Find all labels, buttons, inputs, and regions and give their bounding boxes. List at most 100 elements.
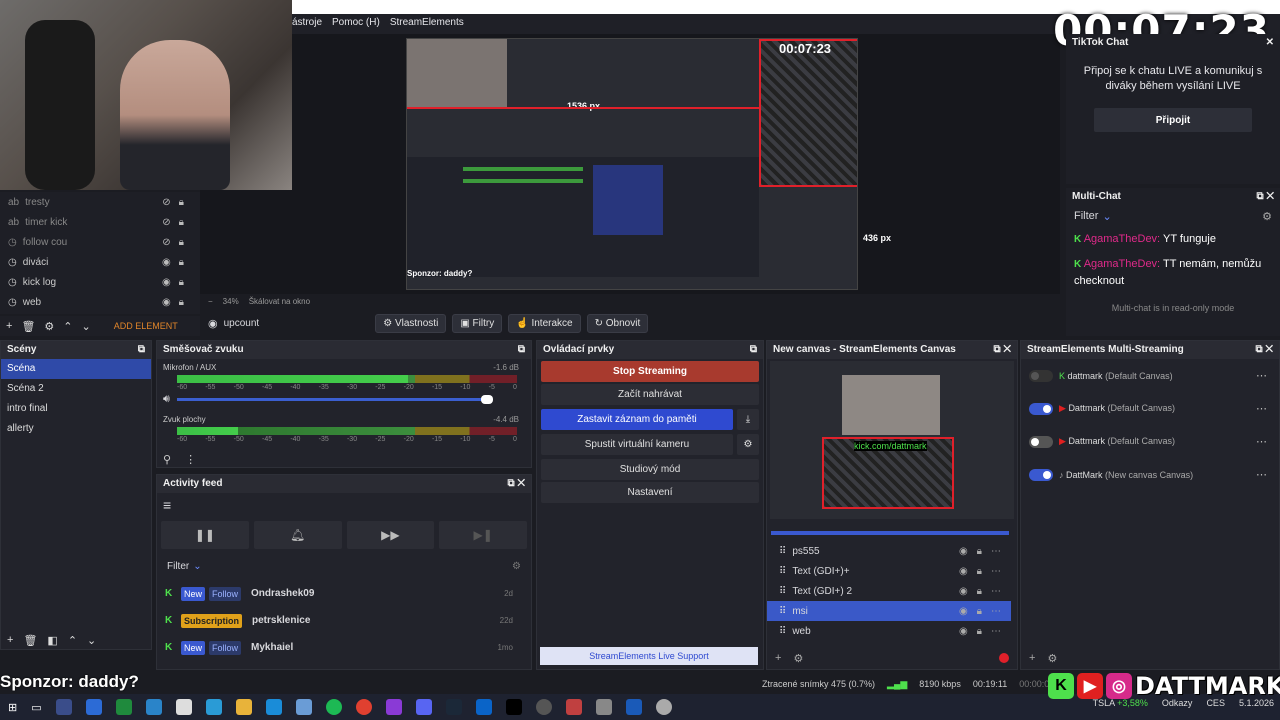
gear-icon[interactable]: ⚙ — [1047, 652, 1057, 665]
lock-icon[interactable]: 🔒︎ — [179, 277, 184, 288]
taskbar-app-icon[interactable] — [385, 699, 402, 715]
close-icon[interactable]: ✕ — [1265, 344, 1273, 355]
filter-icon[interactable]: ◧ — [47, 634, 57, 647]
canvas-source-item[interactable]: ⠿ Text (GDI+) 2 ◉ 🔒︎ ⋯ — [767, 581, 1011, 601]
trash-icon[interactable]: 🗑︎ — [21, 320, 35, 333]
lock-icon[interactable]: 🔒︎ — [179, 237, 184, 248]
zoom-out-icon[interactable]: − — [208, 297, 213, 306]
more-icon[interactable]: ⋯ — [1256, 468, 1279, 481]
undock-icon[interactable]: ⧉ — [138, 344, 145, 356]
more-icon[interactable]: ⋯ — [1256, 369, 1279, 382]
close-icon[interactable]: ✕ — [1003, 344, 1011, 355]
menu-streamelements[interactable]: StreamElements — [390, 17, 464, 28]
source-item[interactable]: ◷ kick log ◉ 🔒︎ — [0, 272, 200, 292]
add-icon[interactable]: + — [7, 634, 13, 647]
hamburger-icon[interactable]: ≡ — [157, 493, 531, 517]
gear-icon[interactable]: ⚙ — [793, 652, 803, 665]
scene-item[interactable]: Scéna — [1, 359, 151, 379]
activity-row[interactable]: K New Follow Mykhaiel 1mo — [157, 634, 531, 661]
menu-tools[interactable]: ástroje — [292, 17, 322, 28]
taskbar-app-icon[interactable] — [295, 699, 312, 715]
lock-icon[interactable]: 🔒︎ — [179, 217, 184, 228]
properties-button[interactable]: ⚙ Vlastnosti — [375, 313, 447, 333]
source-item[interactable]: ab tresty ⊘ 🔒︎ — [0, 192, 200, 212]
volume-slider[interactable] — [177, 395, 493, 404]
canvas-source-item[interactable]: ⠿ ps555 ◉ 🔒︎ ⋯ — [767, 541, 1011, 561]
taskbar-app-icon[interactable] — [565, 699, 582, 715]
lock-icon[interactable]: 🔒︎ — [179, 297, 184, 308]
taskbar-app-icon[interactable] — [655, 699, 672, 715]
taskbar-app-icon[interactable] — [505, 699, 522, 715]
add-icon[interactable]: + — [1029, 652, 1035, 665]
studio-mode-button[interactable]: Studiový mód — [541, 459, 759, 480]
taskbar-app-icon[interactable] — [595, 699, 612, 715]
more-icon[interactable]: ⋯ — [1256, 435, 1279, 448]
source-item[interactable]: ◷ follow cou ⊘ 🔒︎ — [0, 232, 200, 252]
preview-canvas[interactable]: 00:07:23 1536 px Sponzor: daddy? — [406, 38, 858, 290]
gear-icon[interactable]: ⚙ — [512, 561, 521, 572]
stream-target-row[interactable]: ▶ Dattmark (Default Canvas) ⋯ — [1021, 392, 1279, 425]
chat-filter-dropdown[interactable]: Filter — [1074, 210, 1098, 223]
add-icon[interactable]: + — [6, 320, 12, 332]
chevron-down-icon[interactable]: ⌄ — [1102, 210, 1111, 223]
menu-help[interactable]: Pomoc (H) — [332, 17, 380, 28]
chevron-up-icon[interactable]: ⌃ — [68, 634, 77, 647]
taskbar-app-icon[interactable] — [415, 699, 432, 715]
save-replay-icon[interactable]: ⤓ — [737, 409, 759, 430]
gear-icon[interactable]: ⚙ — [737, 434, 759, 455]
chevron-down-icon[interactable]: ⌄ — [82, 320, 91, 333]
target-toggle[interactable] — [1029, 369, 1053, 382]
lock-icon[interactable]: 🔒︎ — [179, 257, 184, 268]
scene-item[interactable]: allerty — [1, 419, 151, 439]
target-toggle[interactable] — [1029, 402, 1053, 415]
filters-button[interactable]: ▣ Filtry — [452, 313, 503, 333]
filter-dropdown[interactable]: Filter — [167, 561, 189, 572]
undock-icon[interactable]: ⧉ — [1255, 344, 1262, 355]
target-toggle[interactable] — [1029, 468, 1053, 481]
canvas-source-item[interactable]: ⠿ web ◉ 🔒︎ ⋯ — [767, 621, 1011, 641]
taskbar-app-icon[interactable] — [85, 699, 102, 715]
settings-button[interactable]: Nastavení — [541, 482, 759, 503]
eye-hidden-icon[interactable]: ⊘ — [162, 217, 170, 228]
taskbar-app-icon[interactable] — [625, 699, 642, 715]
activity-row[interactable]: K Subscription petrsklenice 22d — [157, 607, 531, 634]
source-item[interactable]: ◷ diváci ◉ 🔒︎ — [0, 252, 200, 272]
eye-hidden-icon[interactable]: ⊘ — [162, 197, 170, 208]
undock-icon[interactable]: ⧉ — [1256, 191, 1263, 202]
taskbar-app-icon[interactable] — [355, 699, 372, 715]
interaction-button[interactable]: ☝ Interakce — [508, 313, 581, 333]
chevron-up-icon[interactable]: ⌃ — [63, 320, 72, 333]
bell-button[interactable]: 🔔︎ — [253, 521, 342, 549]
eye-icon[interactable]: ◉ — [162, 277, 171, 288]
undock-icon[interactable]: ⧉ — [993, 344, 1000, 355]
gear-icon[interactable]: ⚙ — [44, 320, 54, 333]
stream-target-row[interactable]: ♪ DattMark (New canvas Canvas) ⋯ — [1021, 458, 1279, 491]
chevron-down-icon[interactable]: ⌄ — [87, 634, 96, 647]
source-item[interactable]: ab timer kick ⊘ 🔒︎ — [0, 212, 200, 232]
canvas-source-item[interactable]: ⠿ msi ◉ 🔒︎ ⋯ — [767, 601, 1011, 621]
close-icon[interactable]: ✕ — [517, 478, 525, 489]
gear-icon[interactable]: ⚙ — [1262, 210, 1272, 223]
trash-icon[interactable]: 🗑︎ — [23, 634, 37, 647]
taskbar-app-icon[interactable] — [325, 699, 342, 715]
skip-end-button[interactable]: ▶❚ — [439, 521, 527, 549]
taskbar-app-icon[interactable] — [235, 699, 252, 715]
replay-buffer-button[interactable]: Zastavit záznam do paměti — [541, 409, 733, 430]
undock-icon[interactable]: ⧉ — [518, 344, 525, 356]
link-icon[interactable]: ⚲ — [163, 453, 171, 466]
connect-button[interactable]: Připojit — [1094, 108, 1252, 132]
taskbar-app-icon[interactable] — [535, 699, 552, 715]
task-view-icon[interactable]: ▭ — [31, 701, 41, 714]
canvas-preview[interactable]: kick.com/dattmark — [770, 361, 1014, 519]
stream-target-row[interactable]: ▶ Dattmark (Default Canvas) ⋯ — [1021, 425, 1279, 458]
more-icon[interactable]: ⋮ — [185, 453, 196, 466]
live-support-button[interactable]: StreamElements Live Support — [540, 647, 758, 665]
start-recording-button[interactable]: Začít nahrávat — [541, 384, 759, 405]
refresh-button[interactable]: ↻ Obnovit — [586, 313, 649, 333]
close-icon[interactable]: ✕ — [1266, 37, 1274, 49]
selection-box[interactable] — [759, 39, 857, 187]
zoom-mode-select[interactable]: Škálovat na okno — [249, 297, 310, 306]
windows-start-icon[interactable]: ⊞ — [8, 701, 17, 714]
pause-button[interactable]: ❚❚ — [161, 521, 249, 549]
eye-hidden-icon[interactable]: ⊘ — [162, 237, 170, 248]
